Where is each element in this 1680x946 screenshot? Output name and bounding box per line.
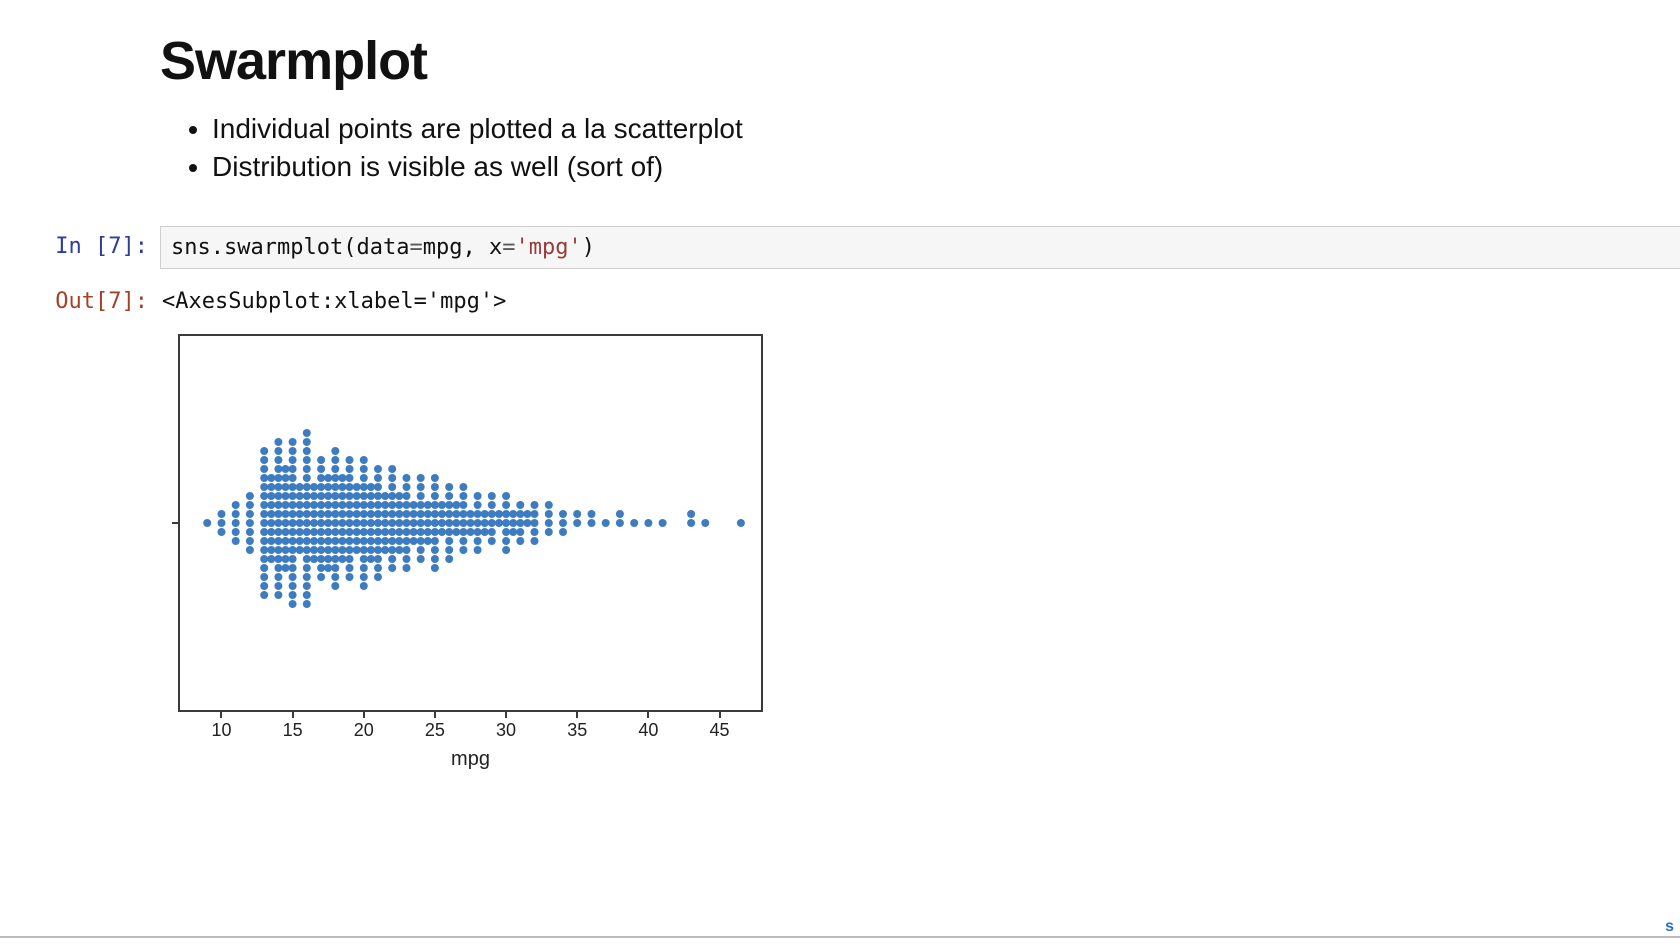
notebook: Swarmplot Individual points are plotted … <box>0 0 1680 779</box>
token: ) <box>582 235 595 260</box>
x-tick-label: 15 <box>283 720 303 741</box>
bullet-list: Individual points are plotted a la scatt… <box>160 110 1680 186</box>
code-output-cell: Out[7]: <AxesSubplot:xlabel='mpg'> <box>0 281 1680 322</box>
token: ( <box>343 235 356 260</box>
x-tick-mark <box>434 712 436 718</box>
corner-letter: s <box>1665 918 1674 936</box>
plot-box: 10 15 20 25 30 35 40 45 mpg <box>178 334 763 779</box>
x-tick-label: 20 <box>354 720 374 741</box>
x-axis-label: mpg <box>178 748 763 771</box>
x-tick-label: 25 <box>425 720 445 741</box>
x-tick-mark <box>719 712 721 718</box>
x-tick-mark <box>647 712 649 718</box>
x-tick-label: 30 <box>496 720 516 741</box>
markdown-cell: Swarmplot Individual points are plotted … <box>160 30 1680 186</box>
heading: Swarmplot <box>160 30 1680 92</box>
x-tick-mark <box>292 712 294 718</box>
token: mpg <box>423 235 463 260</box>
x-tick-mark <box>363 712 365 718</box>
bullet-item: Individual points are plotted a la scatt… <box>212 110 1680 148</box>
page-divider <box>0 936 1680 938</box>
token: . <box>211 235 224 260</box>
token: data <box>356 235 409 260</box>
x-tick-mark <box>505 712 507 718</box>
code-input-cell: In [7]: sns.swarmplot(data=mpg, x='mpg') <box>0 226 1680 269</box>
code-input[interactable]: sns.swarmplot(data=mpg, x='mpg') <box>160 226 1680 269</box>
x-tick-label: 40 <box>638 720 658 741</box>
token: 'mpg' <box>515 235 581 260</box>
token: = <box>409 235 422 260</box>
plot-output: 10 15 20 25 30 35 40 45 mpg <box>160 334 1680 779</box>
code-output-text: <AxesSubplot:xlabel='mpg'> <box>160 281 1680 322</box>
x-tick-label: 35 <box>567 720 587 741</box>
swarm-points <box>178 334 763 712</box>
token: = <box>502 235 515 260</box>
output-prompt: Out[7]: <box>0 281 160 322</box>
token: sns <box>171 235 211 260</box>
token: , <box>462 235 489 260</box>
bullet-item: Distribution is visible as well (sort of… <box>212 148 1680 186</box>
token: x <box>489 235 502 260</box>
x-tick-label: 45 <box>710 720 730 741</box>
x-tick-mark <box>220 712 222 718</box>
token: swarmplot <box>224 235 343 260</box>
x-tick-label: 10 <box>211 720 231 741</box>
input-prompt: In [7]: <box>0 226 160 269</box>
x-tick-mark <box>576 712 578 718</box>
